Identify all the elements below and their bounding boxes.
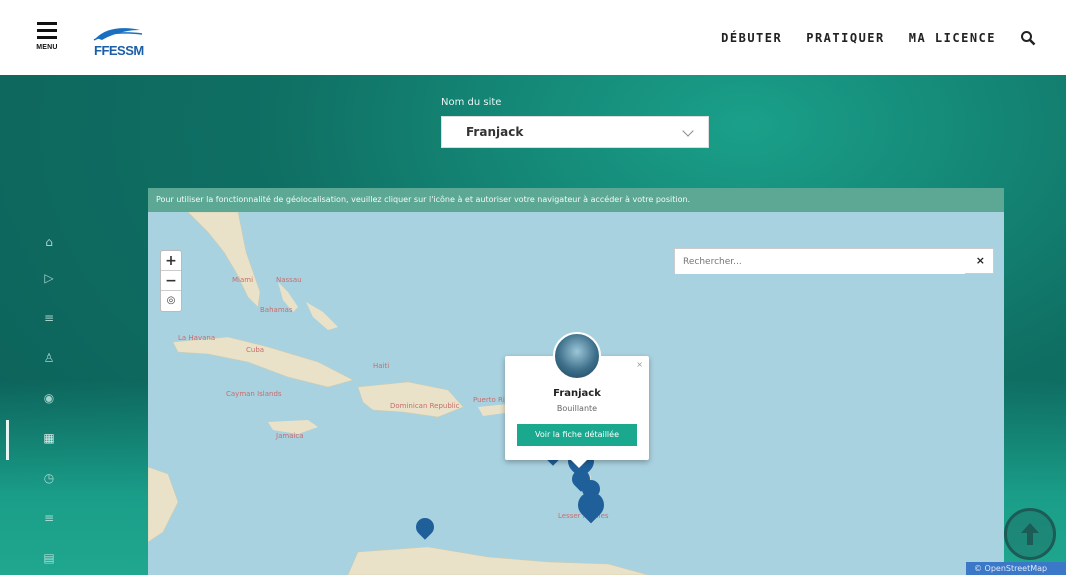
- map-icon[interactable]: ▦: [42, 431, 56, 445]
- home-icon[interactable]: ⌂: [42, 235, 56, 249]
- place-label: La Havana: [178, 334, 216, 342]
- site-header: MENU FFESSM DÉBUTER PRATIQUER MA LICENCE: [0, 0, 1066, 75]
- play-icon[interactable]: ▷: [42, 271, 56, 285]
- place-label: Cuba: [246, 346, 265, 354]
- place-label: Nassau: [276, 276, 302, 284]
- popup-site-name: Franjack: [553, 388, 601, 399]
- nav-debuter[interactable]: DÉBUTER: [721, 31, 782, 45]
- locate-button[interactable]: ◎: [161, 291, 181, 311]
- place-label: Bahamas: [260, 306, 293, 314]
- site-select[interactable]: Franjack: [441, 116, 709, 148]
- clock-icon[interactable]: ◷: [42, 471, 56, 485]
- logo-text: FFESSM: [94, 43, 144, 58]
- popup-site-location: Bouillante: [556, 404, 598, 413]
- map-container: Pour utiliser la fonctionnalité de géolo…: [148, 188, 1004, 575]
- place-label: Dominican Republic: [390, 402, 460, 410]
- map-search-input[interactable]: [675, 250, 965, 274]
- list-icon[interactable]: ≡: [42, 311, 56, 325]
- site-popup: × Franjack Bouillante Voir la fiche déta…: [505, 332, 649, 468]
- close-icon[interactable]: ×: [636, 360, 643, 369]
- nav-ma-licence[interactable]: MA LICENCE: [909, 31, 996, 45]
- place-label: Miami: [232, 276, 254, 284]
- attribution-badge: © OpenStreetMap: [966, 562, 1066, 575]
- wave-logo-icon: [93, 28, 143, 41]
- search-icon[interactable]: [1020, 30, 1036, 46]
- menu-label: MENU: [36, 44, 58, 51]
- place-label: Cayman Islands: [226, 390, 282, 398]
- close-icon[interactable]: ×: [976, 254, 985, 267]
- site-select-value: Franjack: [466, 125, 524, 139]
- arrow-up-icon: [1021, 523, 1039, 545]
- person-icon[interactable]: ♙: [42, 351, 56, 365]
- zoom-out-button[interactable]: −: [161, 271, 181, 291]
- menu-icon[interactable]: ≡: [42, 511, 56, 525]
- nav-pratiquer[interactable]: PRATIQUER: [806, 31, 885, 45]
- scroll-to-top-button[interactable]: [1004, 508, 1056, 560]
- grid-icon[interactable]: ▤: [42, 551, 56, 565]
- hamburger-icon: [37, 22, 57, 25]
- site-thumbnail: [553, 332, 601, 380]
- chevron-down-icon: [682, 125, 694, 137]
- main-nav: DÉBUTER PRATIQUER MA LICENCE: [697, 0, 1036, 75]
- zoom-in-button[interactable]: +: [161, 251, 181, 271]
- map-search: ×: [674, 248, 994, 274]
- place-label: Haiti: [373, 362, 390, 370]
- eye-icon[interactable]: ◉: [42, 391, 56, 405]
- ffessm-logo[interactable]: FFESSM: [92, 20, 144, 62]
- zoom-controls: + − ◎: [160, 250, 182, 312]
- view-details-button[interactable]: Voir la fiche détaillée: [517, 424, 637, 446]
- place-label: Jamaica: [276, 432, 304, 440]
- geolocation-message: Pour utiliser la fonctionnalité de géolo…: [148, 188, 1004, 212]
- map[interactable]: Miami Nassau Bahamas La Havana Cuba Caym…: [148, 212, 1004, 575]
- sidebar-active-marker: [6, 420, 9, 460]
- site-select-label: Nom du site: [441, 97, 502, 108]
- menu-button[interactable]: MENU: [36, 22, 58, 60]
